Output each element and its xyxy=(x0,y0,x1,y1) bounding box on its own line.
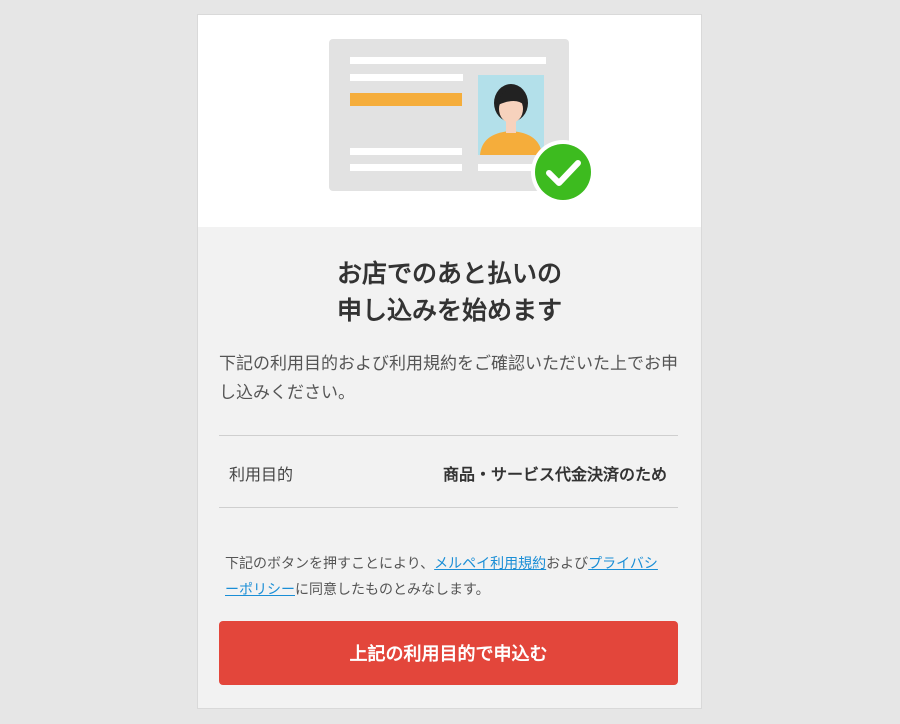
id-card-illustration xyxy=(329,39,595,204)
page-title: お店でのあと払いの 申し込みを始めます xyxy=(198,255,701,329)
consent-text-after: に同意したものとみなします。 xyxy=(295,582,490,598)
photo-avatar xyxy=(478,75,544,155)
divider-bottom xyxy=(219,507,678,508)
highlight-bar xyxy=(350,93,462,106)
divider-top xyxy=(219,435,678,436)
title-line-2: 申し込みを始めます xyxy=(336,296,562,325)
submit-button[interactable]: 上記の利用目的で申込む xyxy=(219,621,678,685)
consent-text-middle: および xyxy=(546,556,589,572)
description-text: 下記の利用目的および利用規約をご確認いただいた上でお申し込みください。 xyxy=(219,354,678,403)
terms-link[interactable]: メルペイ利用規約 xyxy=(434,556,546,572)
purpose-value: 商品・サービス代金決済のため xyxy=(442,465,667,484)
consent-text: 下記のボタンを押すことにより、メルペイ利用規約およびプライバシーポリシーに同意し… xyxy=(225,551,670,603)
application-card: お店でのあと払いの 申し込みを始めます 下記の利用目的および利用規約をご確認いた… xyxy=(197,14,702,709)
check-icon xyxy=(531,140,595,204)
consent-text-before: 下記のボタンを押すことにより、 xyxy=(225,556,435,572)
hero-illustration xyxy=(198,15,701,227)
purpose-label: 利用目的 xyxy=(229,465,294,484)
title-line-1: お店でのあと払いの xyxy=(336,259,562,288)
